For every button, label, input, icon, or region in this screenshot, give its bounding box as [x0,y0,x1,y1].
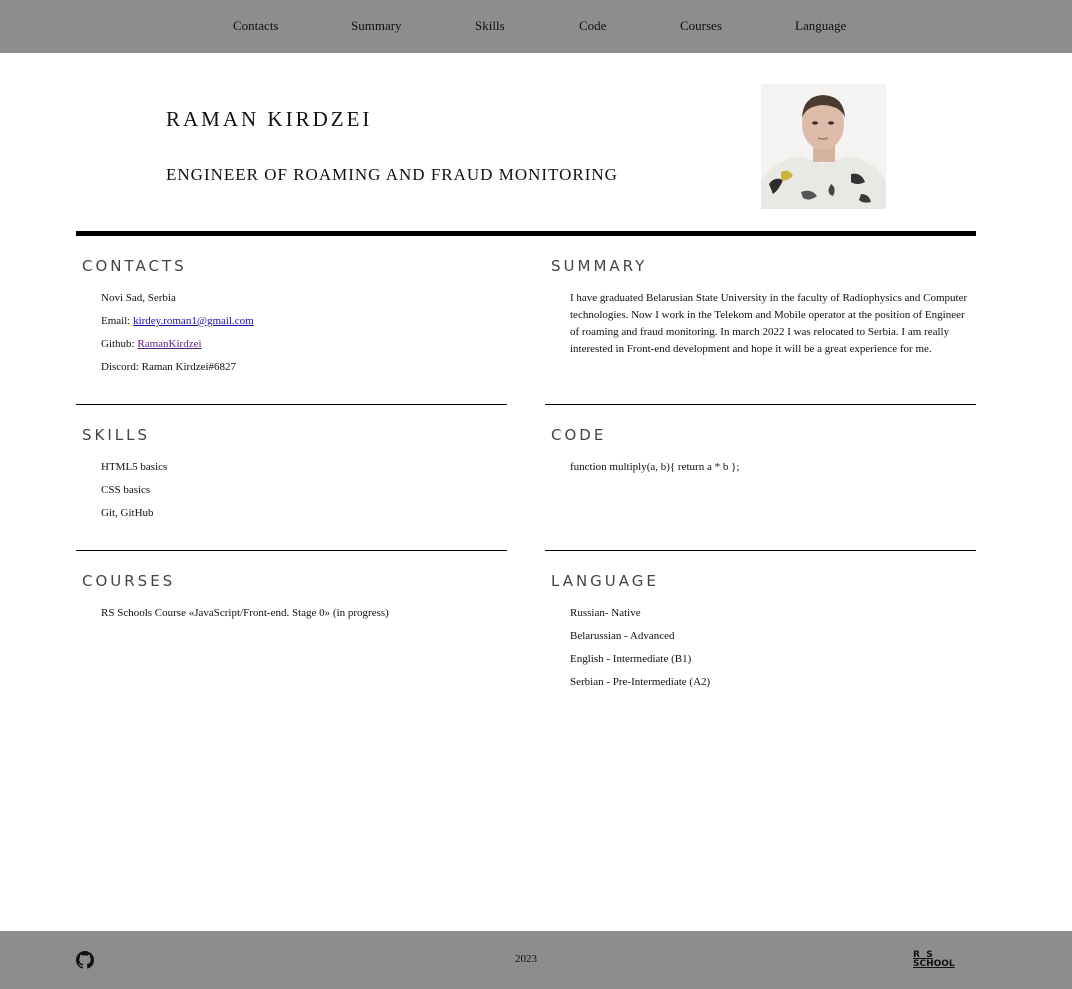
divider-skills [76,550,507,551]
nav-link-code[interactable]: Code [579,18,606,34]
section-title-skills: SKILLS [82,426,151,444]
divider-summary [545,404,976,405]
job-title: ENGINEER OF ROAMING AND FRAUD MONITORING [166,165,618,184]
github-mark-icon [76,951,94,969]
language-list: Russian- Native Belarussian - Advanced E… [570,607,710,699]
list-item: Serbian - Pre-Intermediate (A2) [570,676,711,688]
section-title-code: CODE [551,426,607,444]
nav-link-courses[interactable]: Courses [680,18,722,34]
section-title-contacts: CONTACTS [82,257,187,275]
summary-text: I have graduated Belarusian State Univer… [570,292,968,355]
contacts-list: Novi Sad, Serbia Email: kirdey.roman1@gm… [101,292,254,384]
list-item: HTML5 basics [101,461,168,473]
list-item: Git, GitHub [101,507,154,519]
rs-logo-line2: SCHOOL [913,959,955,969]
github-link[interactable]: RamanKirdzei [137,338,201,350]
nav-link-contacts[interactable]: Contacts [233,18,279,34]
list-item: English - Intermediate (B1) [570,653,692,665]
github-icon[interactable] [76,951,94,969]
list-item: RS Schools Course «JavaScript/Front-end.… [101,607,389,619]
list-item: Russian- Native [570,607,641,619]
contact-github: Github: RamanKirdzei [101,338,202,350]
nav-link-summary[interactable]: Summary [351,18,402,34]
nav-link-skills[interactable]: Skills [475,18,505,34]
person-name: RAMAN KIRDZEI [166,107,373,131]
courses-list: RS Schools Course «JavaScript/Front-end.… [101,607,389,630]
divider-contacts [76,404,507,405]
list-item: CSS basics [101,484,151,496]
divider-code [545,550,976,551]
section-title-language: LANGUAGE [551,572,659,590]
contact-location: Novi Sad, Serbia [101,292,176,304]
skills-list: HTML5 basics CSS basics Git, GitHub [101,461,167,530]
footer-year: 2023 [515,953,537,965]
page-footer: 2023 R S SCHOOL [0,931,1072,989]
header-divider [76,231,976,236]
top-navigation: Contacts Summary Skills Code Courses Lan… [0,0,1072,53]
contact-discord: Discord: Raman Kirdzei#6827 [101,361,237,373]
profile-photo [761,84,886,209]
code-snippet: function multiply(a, b){ return a * b }; [570,461,740,473]
email-link[interactable]: kirdey.roman1@gmail.com [133,315,254,327]
contact-email: Email: kirdey.roman1@gmail.com [101,315,254,327]
portrait-illustration [761,84,886,209]
list-item: Belarussian - Advanced [570,630,675,642]
section-title-courses: COURSES [82,572,176,590]
nav-link-language[interactable]: Language [795,18,846,34]
section-title-summary: SUMMARY [551,257,648,275]
rs-school-logo[interactable]: R S SCHOOL [913,951,963,971]
